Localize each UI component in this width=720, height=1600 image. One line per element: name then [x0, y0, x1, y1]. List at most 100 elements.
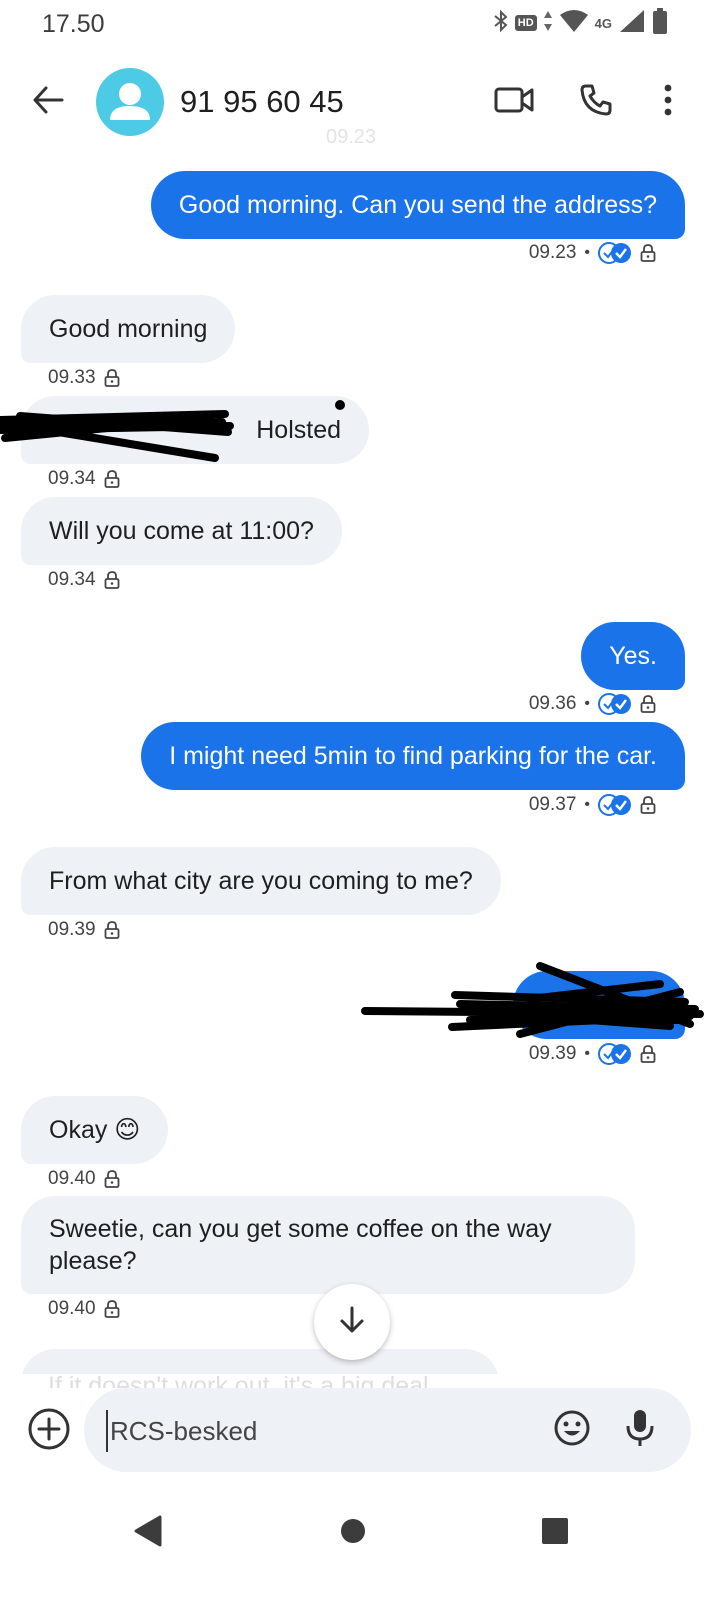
- message-bubble[interactable]: Good morning. Can you send the address?: [150, 171, 685, 239]
- read-receipt-icon: [598, 693, 632, 715]
- wifi-icon: [559, 9, 589, 38]
- lock-icon: [640, 796, 656, 814]
- video-call-icon: [494, 85, 534, 120]
- more-vert-icon: [663, 84, 673, 121]
- message-text: Okay 😊: [49, 1116, 141, 1144]
- add-icon: [27, 1407, 71, 1456]
- message-time: 09.23: [528, 242, 577, 263]
- message-text: Good morning: [49, 315, 208, 343]
- status-bar: 17.50 HD 4G: [0, 0, 720, 48]
- lock-icon: [104, 921, 120, 939]
- message-meta: 09.39 •: [529, 1043, 656, 1065]
- message-incoming[interactable]: Holsted 09.34: [0, 374, 720, 489]
- message-meta: 09.34: [48, 569, 120, 591]
- message-bubble[interactable]: From what city are you coming to me?: [21, 847, 501, 915]
- video-call-button[interactable]: [488, 78, 540, 126]
- person-icon: [110, 83, 150, 120]
- message-text: I might need 5min to find parking for th…: [169, 742, 657, 770]
- contact-name[interactable]: 91 95 60 45: [180, 84, 344, 120]
- recents-square-icon: [541, 1517, 569, 1550]
- emoji-button[interactable]: [550, 1408, 594, 1452]
- back-triangle-icon: [133, 1514, 163, 1553]
- message-incoming[interactable]: From what city are you coming to me? 09.…: [0, 824, 720, 954]
- add-attachment-button[interactable]: [26, 1408, 72, 1454]
- message-outgoing[interactable]: Good morning. Can you send the address? …: [0, 144, 720, 274]
- message-bubble[interactable]: [21, 1349, 499, 1374]
- message-text: Sweetie, can you get some coffee on the …: [49, 1215, 552, 1275]
- status-icons: HD 4G: [493, 7, 668, 40]
- message-time: 09.34: [48, 569, 96, 590]
- message-time: 09.39: [528, 1043, 577, 1064]
- message-bubble[interactable]: I might need 5min to find parking for th…: [141, 722, 685, 790]
- nav-home-button[interactable]: [328, 1508, 378, 1558]
- separator-dot: •: [584, 796, 590, 813]
- contact-avatar[interactable]: [96, 68, 164, 136]
- home-circle-icon: [339, 1517, 367, 1550]
- bluetooth-icon: [493, 9, 509, 38]
- emoji-icon: [553, 1409, 591, 1452]
- message-bubble[interactable]: Yes.: [581, 622, 685, 690]
- data-arrows-icon: [543, 10, 553, 37]
- battery-icon: [652, 7, 668, 40]
- message-meta: 09.36 •: [529, 693, 656, 715]
- hd-icon: HD: [514, 15, 537, 31]
- message-text: Good morning. Can you send the address?: [178, 191, 657, 219]
- message-text: From what city are you coming to me?: [49, 867, 473, 895]
- message-time: 09.40: [48, 1298, 96, 1319]
- back-arrow-icon: [32, 86, 64, 119]
- message-input-container[interactable]: [84, 1388, 691, 1472]
- lock-icon: [640, 244, 656, 262]
- message-time: 09.40: [48, 1168, 96, 1189]
- signal-icon: [618, 8, 646, 39]
- message-meta: 09.23 •: [529, 242, 656, 264]
- message-bubble[interactable]: [513, 971, 685, 1039]
- message-meta: 09.40: [48, 1298, 120, 1320]
- lock-icon: [640, 695, 656, 713]
- message-incoming[interactable]: Okay 😊 09.40: [0, 1094, 720, 1194]
- compose-bar: [0, 1388, 720, 1474]
- mic-icon: [625, 1408, 655, 1453]
- phone-call-button[interactable]: [570, 78, 622, 126]
- lock-icon: [104, 1170, 120, 1188]
- message-bubble[interactable]: Good morning: [21, 295, 236, 363]
- message-meta: 09.40: [48, 1168, 120, 1190]
- message-text: Will you come at 11:00?: [49, 517, 314, 545]
- lock-icon: [104, 1300, 120, 1318]
- message-meta: 09.39: [48, 919, 120, 941]
- message-bubble[interactable]: Will you come at 11:00?: [21, 497, 342, 565]
- system-nav-bar: [0, 1490, 720, 1570]
- message-bubble[interactable]: Okay 😊: [21, 1096, 169, 1164]
- message-incoming[interactable]: Will you come at 11:00? 09.34: [0, 474, 720, 604]
- back-button[interactable]: [24, 82, 72, 122]
- message-outgoing[interactable]: 09.39 •: [0, 954, 720, 1094]
- conversation-header: 09.23 91 95 60 45: [0, 60, 720, 148]
- separator-dot: •: [584, 244, 590, 261]
- message-time: 09.39: [48, 919, 96, 940]
- more-options-button[interactable]: [642, 78, 694, 126]
- message-incoming[interactable]: Good morning 09.33: [0, 274, 720, 388]
- message-text: Yes.: [609, 642, 657, 670]
- message-bubble[interactable]: Holsted: [21, 396, 369, 464]
- scroll-to-bottom-button[interactable]: [314, 1284, 390, 1360]
- separator-dot: •: [584, 695, 590, 712]
- read-receipt-icon: [598, 242, 632, 264]
- voice-message-button[interactable]: [618, 1406, 662, 1454]
- message-bubble[interactable]: Sweetie, can you get some coffee on the …: [21, 1196, 635, 1294]
- lock-icon: [104, 571, 120, 589]
- nav-back-button[interactable]: [123, 1508, 173, 1558]
- arrow-down-icon: [339, 1306, 365, 1339]
- message-list[interactable]: Good morning. Can you send the address? …: [0, 144, 720, 1374]
- read-receipt-icon: [598, 794, 632, 816]
- message-input[interactable]: [106, 1410, 526, 1452]
- nav-recents-button[interactable]: [530, 1508, 580, 1558]
- message-time: 09.37: [528, 794, 577, 815]
- network-type-label: 4G: [594, 15, 612, 31]
- message-time: 09.36: [528, 693, 577, 714]
- message-outgoing[interactable]: I might need 5min to find parking for th…: [0, 714, 720, 824]
- lock-icon: [640, 1045, 656, 1063]
- read-receipt-icon: [598, 1043, 632, 1065]
- status-time: 17.50: [42, 10, 105, 38]
- message-text: Holsted: [256, 416, 341, 444]
- message-meta: 09.37 •: [529, 794, 656, 816]
- message-outgoing[interactable]: Yes. 09.36 •: [0, 604, 720, 715]
